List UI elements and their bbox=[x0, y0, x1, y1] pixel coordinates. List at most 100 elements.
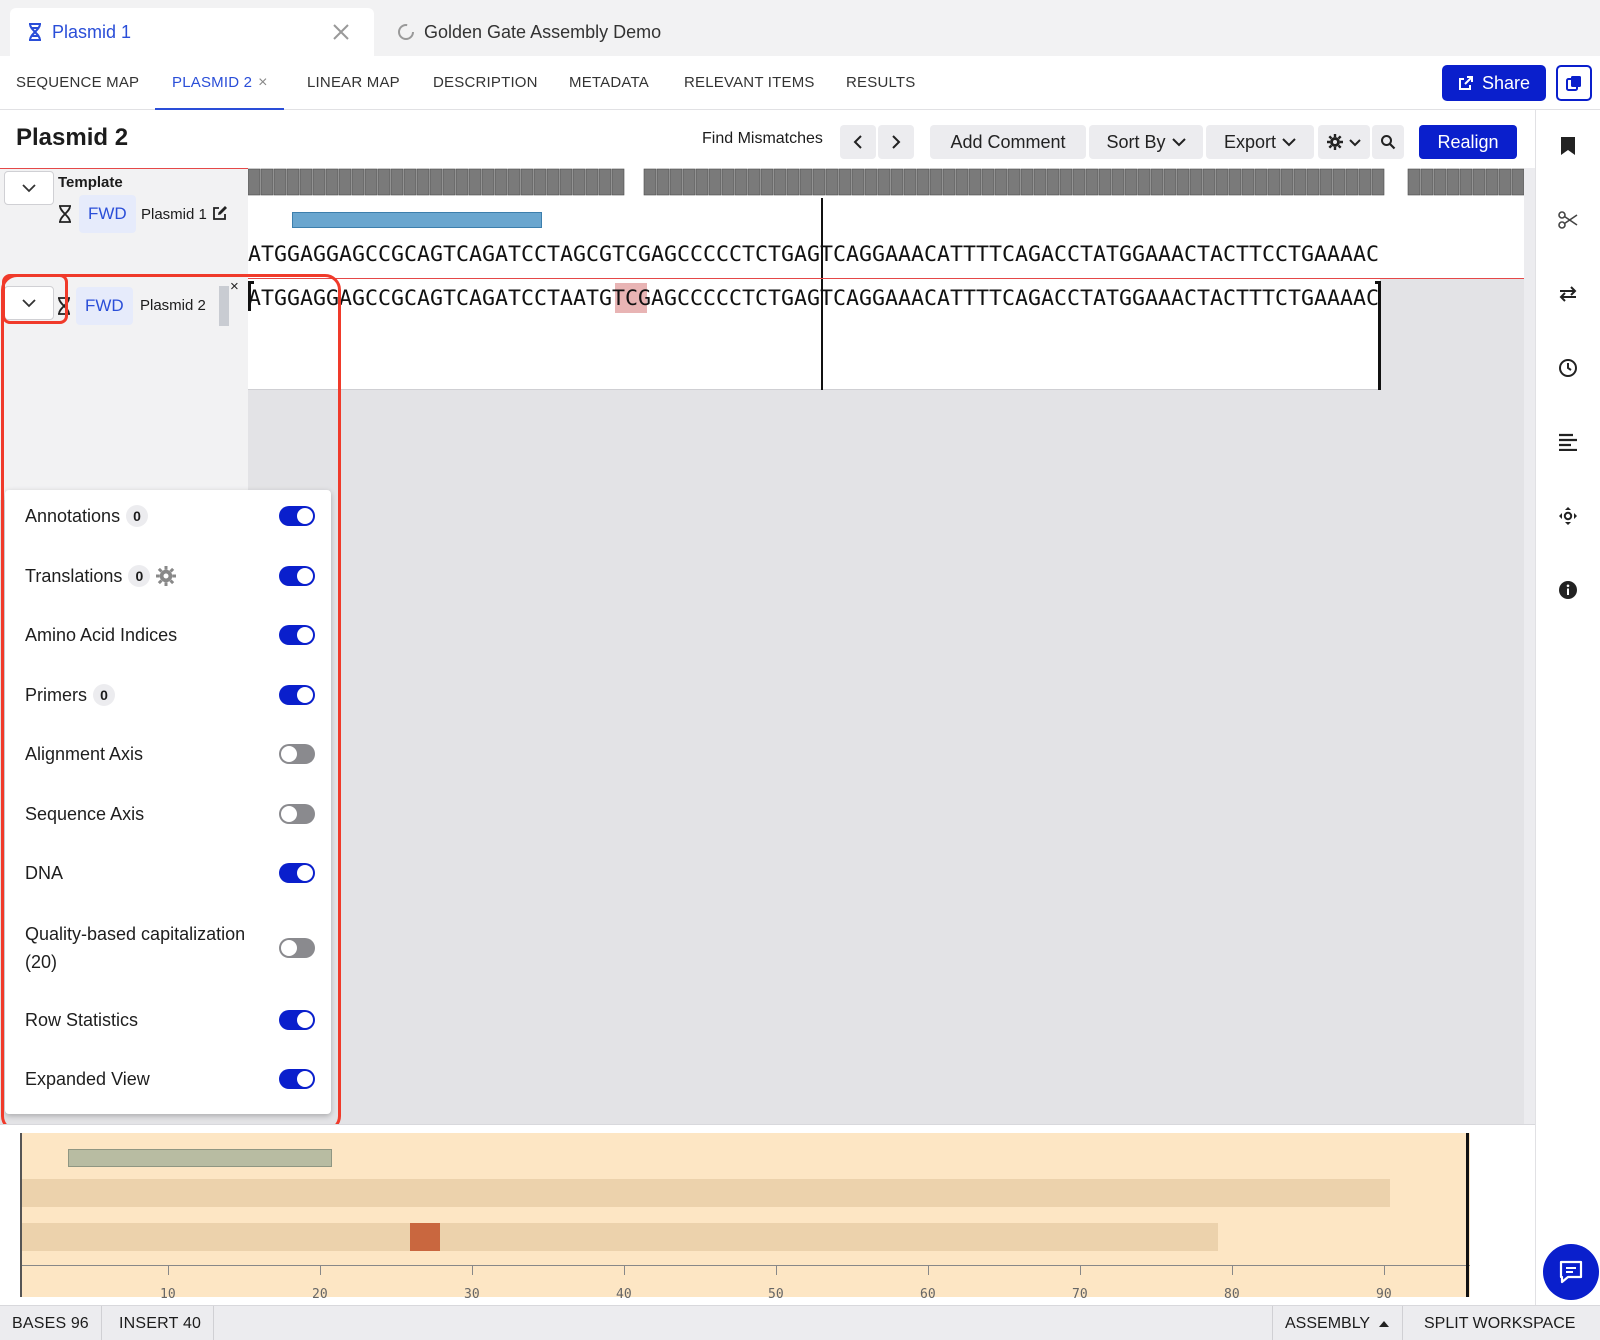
ruler-cell bbox=[1085, 168, 1099, 196]
tab-metadata[interactable]: METADATA bbox=[569, 56, 649, 110]
ruler-cell bbox=[890, 168, 904, 196]
ruler-cell bbox=[1072, 168, 1086, 196]
find-mismatches-label: Find Mismatches bbox=[702, 130, 823, 147]
ruler-cell bbox=[1046, 168, 1060, 196]
ruler-cell bbox=[773, 168, 787, 196]
assembly-menu[interactable]: ASSEMBLY bbox=[1272, 1306, 1404, 1340]
ruler-cell bbox=[1098, 168, 1112, 196]
overview-viewport-edge[interactable] bbox=[1466, 1133, 1469, 1297]
vertical-scrollbar[interactable] bbox=[1524, 168, 1535, 1124]
ruler-cell bbox=[708, 168, 722, 196]
ruler-cell bbox=[494, 168, 508, 196]
overview-tick-label: 30 bbox=[464, 1287, 480, 1302]
ruler-cell bbox=[598, 168, 612, 196]
file-tab-label: Plasmid 1 bbox=[52, 21, 132, 42]
ruler-cell bbox=[1267, 168, 1281, 196]
overview-tick bbox=[320, 1265, 321, 1275]
move-button[interactable] bbox=[1556, 504, 1580, 528]
ruler-cell bbox=[721, 168, 735, 196]
ruler-cell bbox=[585, 168, 599, 196]
ruler-cell bbox=[299, 168, 313, 196]
chat-button[interactable] bbox=[1543, 1244, 1599, 1300]
overview-axis-line bbox=[22, 1265, 1470, 1266]
tab-results[interactable]: RESULTS bbox=[846, 56, 915, 110]
ruler-cell bbox=[533, 168, 547, 196]
info-button[interactable] bbox=[1556, 578, 1580, 602]
ruler-cell bbox=[903, 168, 917, 196]
search-button[interactable] bbox=[1372, 125, 1404, 159]
history-button[interactable] bbox=[1556, 356, 1580, 380]
overview-tick-label: 90 bbox=[1376, 1287, 1392, 1302]
ruler-cell bbox=[1150, 168, 1164, 196]
alignment-toolbar: Plasmid 2 Find Mismatches Add Comment So… bbox=[0, 110, 1535, 168]
edit-icon[interactable] bbox=[212, 205, 228, 221]
swap-button[interactable] bbox=[1556, 282, 1580, 306]
previous-mismatch-button[interactable] bbox=[840, 125, 876, 159]
ruler-cell bbox=[1007, 168, 1021, 196]
overview-canvas[interactable]: 10 20 30 40 50 60 70 80 90 bbox=[22, 1133, 1470, 1302]
tab-relevant-items[interactable]: RELEVANT ITEMS bbox=[684, 56, 815, 110]
overview-template-track bbox=[22, 1179, 1390, 1207]
ruler-cell bbox=[955, 168, 969, 196]
tab-label: LINEAR MAP bbox=[307, 74, 400, 91]
overview-read-track bbox=[22, 1223, 1218, 1251]
bookmark-button[interactable] bbox=[1556, 134, 1580, 158]
overview-mismatch-marker bbox=[410, 1223, 440, 1251]
next-mismatch-button[interactable] bbox=[878, 125, 914, 159]
ruler-cell bbox=[1420, 168, 1434, 196]
ruler-cell bbox=[669, 168, 683, 196]
add-comment-button[interactable]: Add Comment bbox=[930, 125, 1086, 159]
tab-label: SEQUENCE MAP bbox=[16, 74, 140, 91]
tab-plasmid-2[interactable]: PLASMID 2 × bbox=[155, 56, 284, 110]
export-dropdown[interactable]: Export bbox=[1206, 125, 1314, 159]
ruler-cell bbox=[312, 168, 326, 196]
overview-tick-label: 50 bbox=[768, 1287, 784, 1302]
file-tab-golden-gate[interactable]: Golden Gate Assembly Demo bbox=[392, 8, 712, 56]
overview-tick-label: 10 bbox=[160, 1287, 176, 1302]
sort-by-dropdown[interactable]: Sort By bbox=[1089, 125, 1203, 159]
export-label: Export bbox=[1223, 131, 1277, 152]
overview-tick-label: 60 bbox=[920, 1287, 936, 1302]
close-icon[interactable] bbox=[330, 21, 352, 43]
assembly-label: ASSEMBLY bbox=[1285, 1315, 1370, 1332]
ruler-cell bbox=[1163, 168, 1177, 196]
copy-button[interactable] bbox=[1556, 65, 1592, 101]
chevron-down-icon bbox=[22, 183, 36, 192]
split-workspace-button[interactable]: SPLIT WORKSPACE bbox=[1412, 1306, 1587, 1340]
align-text-button[interactable] bbox=[1556, 430, 1580, 454]
ruler-cell bbox=[1202, 168, 1216, 196]
ruler-cell bbox=[559, 168, 573, 196]
ruler-cell bbox=[455, 168, 469, 196]
ruler-cell bbox=[1332, 168, 1346, 196]
ruler-cell bbox=[377, 168, 391, 196]
ruler-cell bbox=[1111, 168, 1125, 196]
share-label: Share bbox=[1481, 72, 1531, 93]
share-button[interactable]: Share bbox=[1442, 65, 1546, 101]
overview-tick bbox=[168, 1265, 169, 1275]
split-workspace-label: SPLIT WORKSPACE bbox=[1424, 1315, 1576, 1332]
ruler-cell bbox=[1358, 168, 1372, 196]
overview-tick bbox=[1232, 1265, 1233, 1275]
ruler-cell bbox=[734, 168, 748, 196]
chat-bubble-icon bbox=[1559, 1260, 1583, 1284]
ruler-cell bbox=[1371, 168, 1385, 196]
copy-icon bbox=[1566, 76, 1581, 91]
ruler-cell bbox=[877, 168, 891, 196]
tab-linear-map[interactable]: LINEAR MAP bbox=[307, 56, 400, 110]
ruler-cell bbox=[786, 168, 800, 196]
annotation-bar[interactable] bbox=[292, 212, 542, 228]
close-tab-icon[interactable]: × bbox=[258, 74, 268, 91]
file-tab-plasmid-1[interactable]: Plasmid 1 bbox=[10, 8, 374, 56]
ruler-cell bbox=[507, 168, 521, 196]
settings-dropdown[interactable] bbox=[1318, 125, 1370, 159]
template-collapse-button[interactable] bbox=[4, 171, 54, 205]
insert-count: INSERT 40 bbox=[107, 1306, 214, 1340]
digest-button[interactable] bbox=[1556, 208, 1580, 232]
tab-label: PLASMID 2 bbox=[172, 74, 253, 91]
template-row-header: Template FWD Plasmid 1 bbox=[0, 168, 248, 278]
realign-button[interactable]: Realign bbox=[1419, 125, 1517, 159]
tab-description[interactable]: DESCRIPTION bbox=[433, 56, 538, 110]
read-sequence-track: ATGGAGGAGCCGCAGTCAGATCCTAATGTCGAGCCCCCTC… bbox=[248, 278, 1524, 390]
ruler-cell bbox=[968, 168, 982, 196]
tab-sequence-map[interactable]: SEQUENCE MAP bbox=[16, 56, 139, 110]
